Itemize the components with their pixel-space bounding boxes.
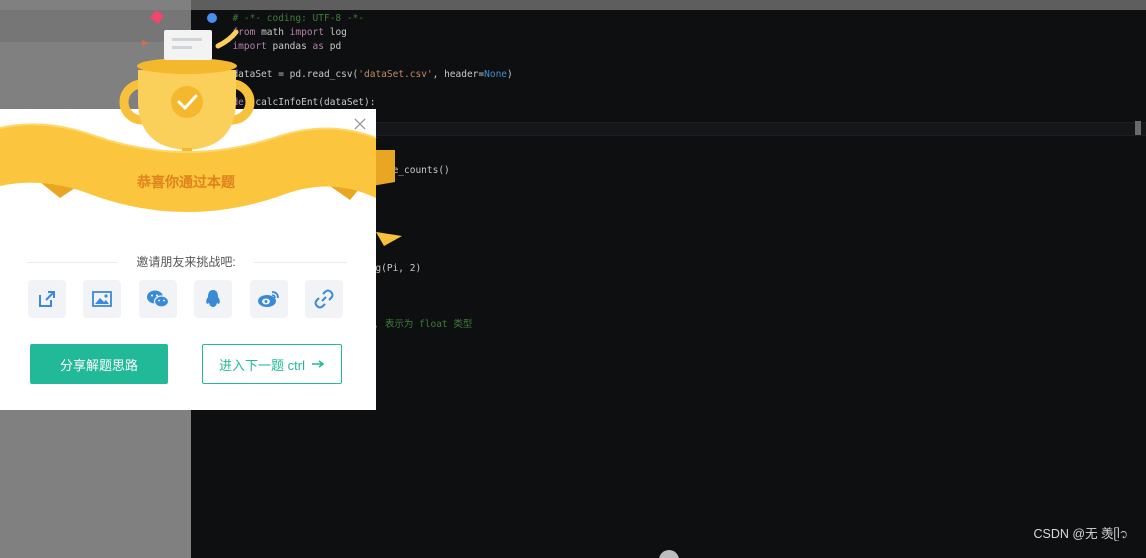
share-wechat-button[interactable] [139, 280, 177, 318]
ribbon-right-curl [376, 232, 402, 246]
confetti-red-small [142, 40, 148, 46]
resize-handle[interactable] [659, 550, 679, 558]
link-icon [314, 289, 334, 309]
next-problem-label: 进入下一题 ctrl [219, 357, 305, 373]
confetti-yellow [215, 29, 239, 49]
watermark: CSDN @无 羡ᥫ᭡ [1033, 527, 1129, 541]
share-qq-button[interactable] [194, 280, 232, 318]
weibo-icon [258, 291, 279, 307]
trophy-illustration [0, 10, 402, 246]
trophy-rim [137, 58, 237, 74]
share-solution-label: 分享解题思路 [59, 357, 138, 373]
scrollbar-thumb[interactable] [1135, 121, 1141, 135]
wechat-icon [147, 290, 170, 308]
invite-text: 邀请朋友来挑战吧: [118, 253, 254, 271]
external-link-icon [39, 291, 55, 307]
image-icon [92, 291, 112, 307]
confetti-red [150, 10, 164, 24]
qq-icon [206, 290, 220, 307]
next-problem-button[interactable]: 进入下一题 ctrl [202, 344, 342, 384]
banner-title: 恭喜你通过本题 [137, 174, 235, 190]
share-link-button[interactable] [305, 280, 343, 318]
share-external-button[interactable] [28, 280, 66, 318]
share-solution-button[interactable]: 分享解题思路 [30, 344, 168, 384]
close-icon[interactable] [352, 116, 368, 132]
trophy-check-badge [171, 86, 203, 118]
share-weibo-button[interactable] [250, 280, 288, 318]
arrow-right-icon [311, 360, 325, 368]
paper-card [164, 30, 212, 60]
share-image-button[interactable] [83, 280, 121, 318]
